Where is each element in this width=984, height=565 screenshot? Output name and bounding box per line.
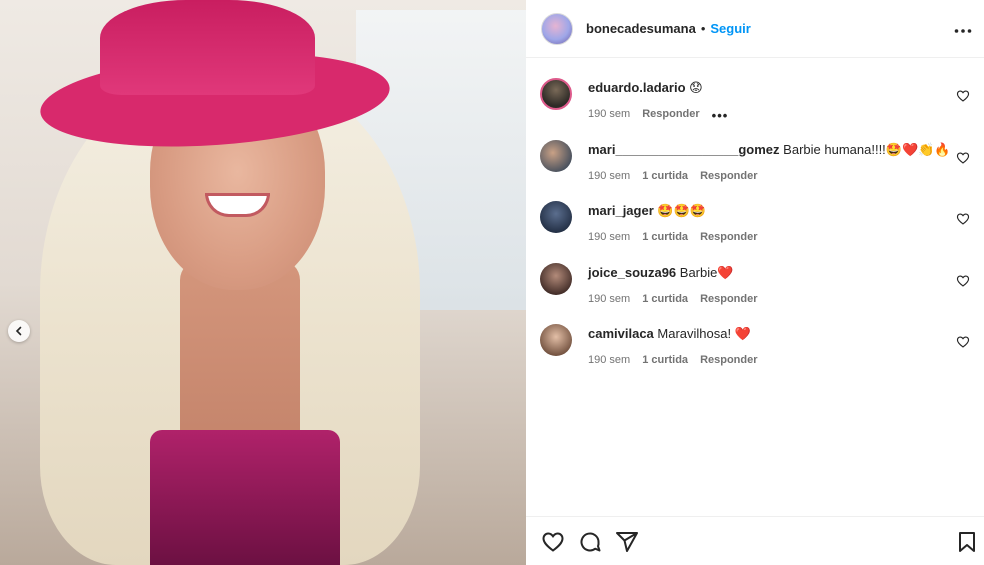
comment-text: 😟 xyxy=(689,80,703,95)
comment-button[interactable] xyxy=(578,530,602,554)
carousel-prev-button[interactable] xyxy=(8,320,30,342)
commenter-username[interactable]: camivilaca xyxy=(588,326,654,341)
reply-button[interactable]: Responder xyxy=(700,231,757,243)
comment-meta: 190 sem 1 curtida Responder xyxy=(588,293,948,305)
comment-meta: 190 sem 1 curtida Responder xyxy=(588,170,948,182)
comment-text: Barbie humana!!!!🤩❤️👏🔥 xyxy=(783,142,951,157)
heart-icon[interactable] xyxy=(956,212,970,226)
commenter-avatar[interactable] xyxy=(540,324,572,356)
comment-time[interactable]: 190 sem xyxy=(588,170,630,182)
share-button[interactable] xyxy=(615,530,639,554)
comment-body: joice_souza96 Barbie❤️ 190 sem 1 curtida… xyxy=(588,264,948,305)
comment-meta: 190 sem 1 curtida Responder xyxy=(588,231,948,243)
reply-button[interactable]: Responder xyxy=(642,108,699,123)
comment-like-count[interactable]: 1 curtida xyxy=(642,170,688,182)
comment-time[interactable]: 190 sem xyxy=(588,231,630,243)
comment-body: mari_________________gomez Barbie humana… xyxy=(588,141,951,182)
comment-like-count[interactable]: 1 curtida xyxy=(642,293,688,305)
comment-meta: 190 sem Responder ••• xyxy=(588,108,948,123)
reply-button[interactable]: Responder xyxy=(700,293,757,305)
more-options-icon xyxy=(954,29,972,33)
like-button[interactable] xyxy=(541,530,565,554)
commenter-avatar[interactable] xyxy=(540,201,572,233)
post-header: bonecadesumana • Seguir xyxy=(526,0,984,58)
heart-icon[interactable] xyxy=(956,89,970,103)
photo-hat-crown xyxy=(100,0,315,95)
commenter-avatar[interactable] xyxy=(540,140,572,172)
commenter-username[interactable]: joice_souza96 xyxy=(588,265,676,280)
more-options-button[interactable] xyxy=(954,18,972,39)
comment-body: eduardo.ladario 😟 190 sem Responder ••• xyxy=(588,79,948,123)
comment-text: Barbie❤️ xyxy=(679,265,734,280)
reply-button[interactable]: Responder xyxy=(700,354,757,366)
author-avatar[interactable] xyxy=(541,12,573,45)
commenter-avatar[interactable] xyxy=(540,78,572,110)
comment-body: camivilaca Maravilhosa! ❤️ 190 sem 1 cur… xyxy=(588,325,948,366)
reply-button[interactable]: Responder xyxy=(700,170,757,182)
comment-options-button[interactable]: ••• xyxy=(712,108,729,123)
comment-meta: 190 sem 1 curtida Responder xyxy=(588,354,948,366)
heart-icon[interactable] xyxy=(956,335,970,349)
heart-icon[interactable] xyxy=(956,274,970,288)
commenter-username[interactable]: mari_________________gomez xyxy=(588,142,780,157)
commenter-avatar[interactable] xyxy=(540,263,572,295)
comment-text: 🤩🤩🤩 xyxy=(657,203,706,218)
follow-button[interactable]: Seguir xyxy=(710,21,750,36)
comment-like-count[interactable]: 1 curtida xyxy=(642,354,688,366)
author-username[interactable]: bonecadesumana xyxy=(586,21,696,36)
commenter-username[interactable]: mari_jager xyxy=(588,203,654,218)
chevron-left-icon xyxy=(15,326,22,336)
post-media[interactable] xyxy=(0,0,526,565)
comment-like-count[interactable]: 1 curtida xyxy=(642,231,688,243)
commenter-username[interactable]: eduardo.ladario xyxy=(588,80,686,95)
heart-icon[interactable] xyxy=(956,151,970,165)
comment-time[interactable]: 190 sem xyxy=(588,293,630,305)
comment-time[interactable]: 190 sem xyxy=(588,108,630,123)
save-button[interactable] xyxy=(955,530,979,554)
header-separator: • xyxy=(700,21,706,36)
post-side-panel: bonecadesumana • Seguir eduardo.ladario … xyxy=(526,0,984,565)
post-action-bar xyxy=(526,516,984,565)
comment-body: mari_jager 🤩🤩🤩 190 sem 1 curtida Respond… xyxy=(588,202,948,243)
comment-time[interactable]: 190 sem xyxy=(588,354,630,366)
post-photo xyxy=(0,0,526,565)
comment-text: Maravilhosa! ❤️ xyxy=(657,326,751,341)
photo-outfit xyxy=(150,430,340,565)
